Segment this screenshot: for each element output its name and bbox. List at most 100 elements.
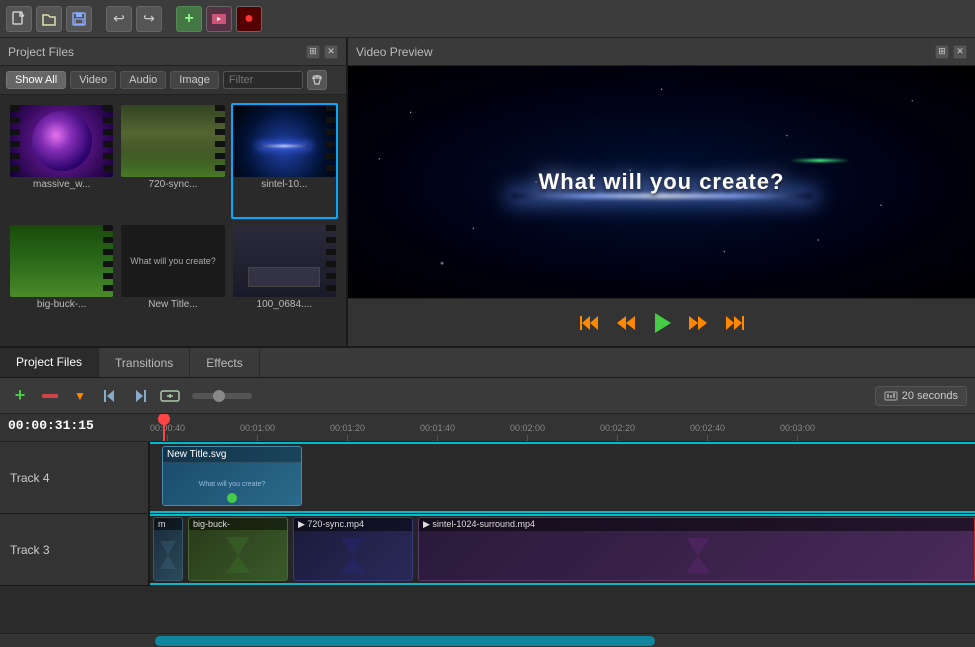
tab-project-files[interactable]: Project Files	[0, 348, 99, 377]
ruler-mark-7: 00:03:00	[780, 423, 815, 441]
zoom-level-display: 20 seconds	[875, 386, 967, 406]
import-button[interactable]: +	[176, 6, 202, 32]
jump-start-button[interactable]	[98, 384, 122, 408]
track-3-content[interactable]: m big-buck-	[150, 514, 975, 585]
main-toolbar: ↩ ↪ + ●	[0, 0, 975, 38]
media-label-room: 100_0684....	[233, 297, 336, 312]
tab-effects[interactable]: Effects	[190, 348, 259, 377]
media-label-title: New Title...	[121, 297, 224, 312]
add-track-button[interactable]: +	[8, 384, 32, 408]
redo-button[interactable]: ↪	[136, 6, 162, 32]
media-item-title[interactable]: What will you create? New Title...	[119, 223, 226, 339]
timeline-ruler: 00:00:31:15 00:00:40 00:01:00 00:01:20 0…	[0, 414, 975, 442]
show-all-button[interactable]: Show All	[6, 71, 66, 89]
ruler-mark-3: 00:01:40	[420, 423, 455, 441]
track-row-3: Track 3 m	[0, 514, 975, 586]
media-thumb-title: What will you create?	[121, 225, 224, 297]
project-files-title: Project Files	[8, 45, 74, 59]
insert-clip-button[interactable]	[158, 384, 182, 408]
preview-title: Video Preview	[356, 45, 433, 59]
media-label-massive: massive_w...	[10, 177, 113, 192]
image-filter-button[interactable]: Image	[170, 71, 219, 89]
media-item-sync[interactable]: 720-sync...	[119, 103, 226, 219]
ruler-mark-4: 00:02:00	[510, 423, 545, 441]
export-button[interactable]	[206, 6, 232, 32]
video-preview-panel: Video Preview ⊞ ✕ What will you create?	[348, 38, 975, 346]
media-thumb-bigbuck	[10, 225, 113, 297]
open-file-button[interactable]	[36, 6, 62, 32]
save-file-button[interactable]	[66, 6, 92, 32]
ruler-mark-2: 00:01:20	[330, 423, 365, 441]
media-thumb-sync	[121, 105, 224, 177]
filter-clear-button[interactable]	[307, 70, 327, 90]
timeline-scrollbar[interactable]	[0, 633, 975, 647]
panel-header-controls: ⊞ ✕	[306, 45, 338, 59]
tab-transitions[interactable]: Transitions	[99, 348, 190, 377]
jump-end-button[interactable]	[128, 384, 152, 408]
play-button[interactable]	[648, 309, 676, 337]
video-clip-sync[interactable]: ▶ 720-sync.mp4	[293, 517, 413, 581]
bottom-tabs: Project Files Transitions Effects	[0, 348, 975, 378]
video-clip-m[interactable]: m	[153, 517, 183, 581]
ruler-mark-0: 00:00:40	[150, 423, 185, 441]
zoom-control	[192, 393, 252, 399]
ruler-mark-5: 00:02:20	[600, 423, 635, 441]
media-thumb-massive	[10, 105, 113, 177]
preview-header-controls: ⊞ ✕	[935, 45, 967, 59]
filter-bar: Show All Video Audio Image	[0, 66, 346, 95]
track-4-content[interactable]: New Title.svg What will you create?	[150, 442, 975, 513]
preview-green-flare	[790, 159, 850, 162]
preview-close-button[interactable]: ✕	[953, 45, 967, 59]
timeline-section: + ▼ 20 seconds	[0, 378, 975, 647]
media-label-bigbuck: big-buck-...	[10, 297, 113, 312]
media-grid: massive_w... 720-sync... sintel-10...	[0, 95, 346, 346]
bottom-area: Project Files Transitions Effects + ▼	[0, 348, 975, 647]
panel-expand-button[interactable]: ⊞	[306, 45, 320, 59]
zoom-slider[interactable]	[192, 393, 252, 399]
remove-track-button[interactable]	[38, 384, 62, 408]
video-preview-area: What will you create?	[348, 66, 975, 298]
video-clip-sintel[interactable]: ▶ sintel-1024-surround.mp4	[418, 517, 975, 581]
audio-filter-button[interactable]: Audio	[120, 71, 166, 89]
timecode-display: 00:00:31:15	[8, 418, 94, 433]
fast-forward-button[interactable]	[684, 309, 712, 337]
track-row-4: Track 4 New Title.svg What will you crea…	[0, 442, 975, 514]
ruler-marks: 00:00:40 00:01:00 00:01:20 00:01:40 00:0…	[150, 414, 975, 441]
ruler-mark-1: 00:01:00	[240, 423, 275, 441]
filter-tracks-button[interactable]: ▼	[68, 384, 92, 408]
rewind-to-start-button[interactable]	[576, 309, 604, 337]
media-thumb-sintel	[233, 105, 336, 177]
transport-controls	[348, 298, 975, 346]
media-label-sync: 720-sync...	[121, 177, 224, 192]
render-button[interactable]: ●	[236, 6, 262, 32]
undo-button[interactable]: ↩	[106, 6, 132, 32]
title-clip[interactable]: New Title.svg What will you create?	[162, 446, 302, 506]
timeline-toolbar: + ▼ 20 seconds	[0, 378, 975, 414]
media-thumb-room	[233, 225, 336, 297]
track-4-label: Track 4	[0, 442, 150, 513]
track-3-label: Track 3	[0, 514, 150, 585]
ruler-mark-6: 00:02:40	[690, 423, 725, 441]
clip-bottom-marker	[227, 493, 237, 503]
preview-header: Video Preview ⊞ ✕	[348, 38, 975, 66]
scroll-thumb[interactable]	[155, 636, 655, 646]
new-file-button[interactable]	[6, 6, 32, 32]
panel-close-button[interactable]: ✕	[324, 45, 338, 59]
media-item-room[interactable]: 100_0684....	[231, 223, 338, 339]
video-clip-bigbuck[interactable]: big-buck-	[188, 517, 288, 581]
media-label-sintel: sintel-10...	[233, 177, 336, 192]
zoom-handle[interactable]	[213, 390, 225, 402]
main-area: Project Files ⊞ ✕ Show All Video Audio I…	[0, 38, 975, 348]
title-clip-header: New Title.svg	[163, 447, 301, 463]
media-item-bigbuck[interactable]: big-buck-...	[8, 223, 115, 339]
tracks-area: Track 4 New Title.svg What will you crea…	[0, 442, 975, 633]
playhead-line[interactable]	[163, 414, 165, 442]
rewind-button[interactable]	[612, 309, 640, 337]
project-files-header: Project Files ⊞ ✕	[0, 38, 346, 66]
skip-to-end-button[interactable]	[720, 309, 748, 337]
preview-expand-button[interactable]: ⊞	[935, 45, 949, 59]
media-item-massive[interactable]: massive_w...	[8, 103, 115, 219]
media-item-sintel[interactable]: sintel-10...	[231, 103, 338, 219]
video-filter-button[interactable]: Video	[70, 71, 116, 89]
filter-input[interactable]	[223, 71, 303, 89]
